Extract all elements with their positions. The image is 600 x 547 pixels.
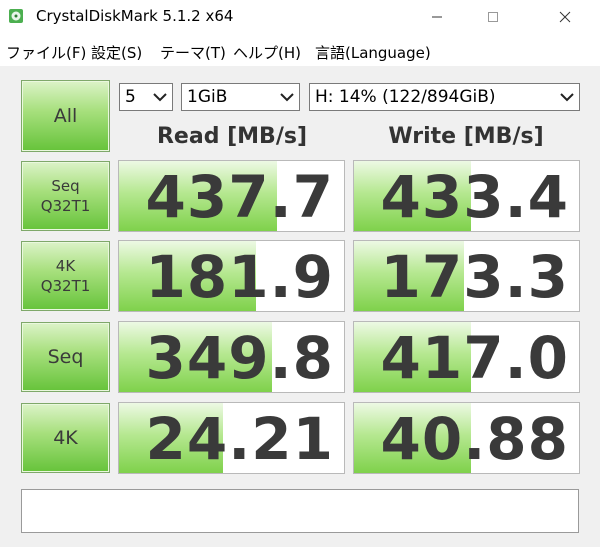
row-label-line1: Seq [51,177,80,195]
drive-select[interactable]: H: 14% (122/894GiB) [309,83,580,111]
test-size-select[interactable]: 1GiB [181,83,300,111]
result-value: 173.3 [380,243,569,311]
minimize-icon [432,16,442,18]
result-cell-write: 433.4 [353,160,580,232]
title-bar: CrystalDiskMark 5.1.2 x64 [0,0,600,36]
menu-file[interactable]: ファイル(F) [6,42,86,63]
seq-button[interactable]: Seq [21,322,110,392]
close-icon [559,11,571,23]
test-count-select[interactable]: 5 [119,83,173,111]
result-value: 433.4 [380,163,569,231]
read-header: Read [MB/s] [156,124,307,149]
test-size-value: 1GiB [187,87,228,107]
menu-bar: ファイル(F) 設定(S) テーマ(T) ヘルプ(H) 言語(Language) [0,36,600,66]
row-label-line1: 4K [55,257,76,275]
close-button[interactable] [542,0,588,34]
menu-settings[interactable]: 設定(S) [91,42,142,63]
menu-language[interactable]: 言語(Language) [315,42,431,63]
chevron-down-icon [280,93,294,102]
result-cell-write: 173.3 [353,240,580,312]
minimize-button[interactable] [414,0,460,34]
result-value: 24.21 [145,405,334,473]
result-cell-write: 40.88 [353,402,580,474]
result-cell-read: 437.7 [118,160,345,232]
row-label-line1: 4K [53,427,78,449]
all-button[interactable]: All [21,80,110,152]
4k-button[interactable]: 4K [21,403,110,473]
comment-input[interactable] [21,489,579,533]
chevron-down-icon [560,93,574,102]
maximize-icon [488,12,498,22]
chevron-down-icon [153,93,167,102]
maximize-button[interactable] [470,0,516,34]
drive-value: H: 14% (122/894GiB) [315,87,496,107]
result-value: 181.9 [145,243,334,311]
result-cell-read: 24.21 [118,402,345,474]
row-label-line1: Seq [47,346,84,368]
row-label-line2: Q32T1 [40,197,91,215]
result-cell-write: 417.0 [353,321,580,393]
result-cell-read: 349.8 [118,321,345,393]
result-cell-read: 181.9 [118,240,345,312]
all-button-label: All [53,105,78,127]
row-label-line2: Q32T1 [40,277,91,295]
app-disk-icon [9,9,23,23]
write-header: Write [MB/s] [388,124,544,149]
seq-q32t1-button[interactable]: Seq Q32T1 [21,161,110,231]
result-value: 437.7 [145,163,334,231]
result-value: 417.0 [380,324,569,392]
result-value: 349.8 [145,324,334,392]
result-value: 40.88 [380,405,569,473]
4k-q32t1-button[interactable]: 4K Q32T1 [21,241,110,311]
menu-theme[interactable]: テーマ(T) [160,42,226,63]
window-title: CrystalDiskMark 5.1.2 x64 [36,7,234,25]
menu-help[interactable]: ヘルプ(H) [233,42,301,63]
test-count-value: 5 [125,87,136,107]
